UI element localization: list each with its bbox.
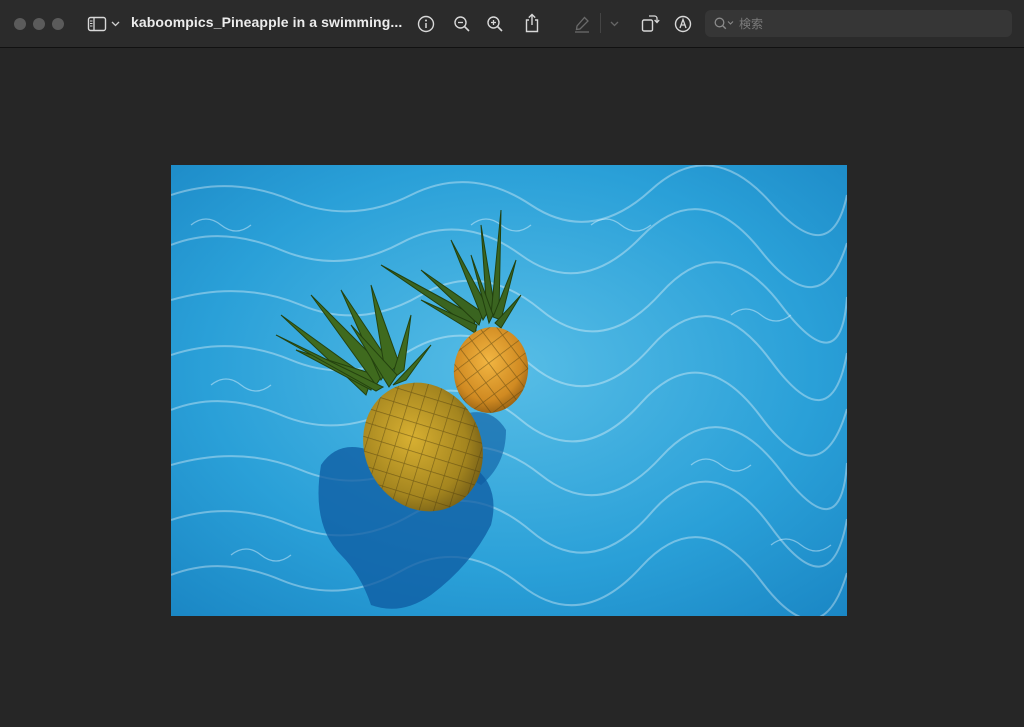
zoom-out-button[interactable] [451, 13, 473, 35]
sidebar-icon [87, 16, 107, 32]
preview-window: kaboompics_Pineapple in a swimming... [0, 0, 1024, 727]
window-title: kaboompics_Pineapple in a swimming... [131, 14, 403, 30]
zoom-out-icon [453, 15, 471, 33]
highlight-menu-button[interactable] [608, 18, 620, 30]
zoom-in-button[interactable] [484, 13, 506, 35]
sidebar-menu-button[interactable] [109, 18, 121, 30]
zoom-window-button[interactable] [52, 18, 64, 30]
markup-icon [674, 15, 692, 33]
info-icon [417, 15, 435, 33]
markup-button[interactable] [672, 13, 694, 35]
share-button[interactable] [521, 12, 543, 34]
toolbar: kaboompics_Pineapple in a swimming... [0, 0, 1024, 48]
toolbar-divider [600, 13, 601, 33]
share-icon [524, 13, 540, 33]
minimize-window-button[interactable] [33, 18, 45, 30]
search-field[interactable] [705, 10, 1012, 37]
highlight-button[interactable] [571, 13, 593, 35]
zoom-in-icon [486, 15, 504, 33]
rotate-icon [640, 13, 660, 33]
document-canvas [0, 49, 1024, 727]
chevron-down-icon [610, 21, 619, 27]
search-icon [714, 17, 736, 35]
highlight-pen-icon [573, 15, 591, 33]
pineapple-photo[interactable] [171, 165, 847, 616]
search-input[interactable] [739, 10, 999, 37]
rotate-button[interactable] [639, 12, 661, 34]
sidebar-toggle-button[interactable] [86, 14, 108, 34]
info-button[interactable] [415, 13, 437, 35]
chevron-down-icon [111, 21, 120, 27]
close-window-button[interactable] [14, 18, 26, 30]
